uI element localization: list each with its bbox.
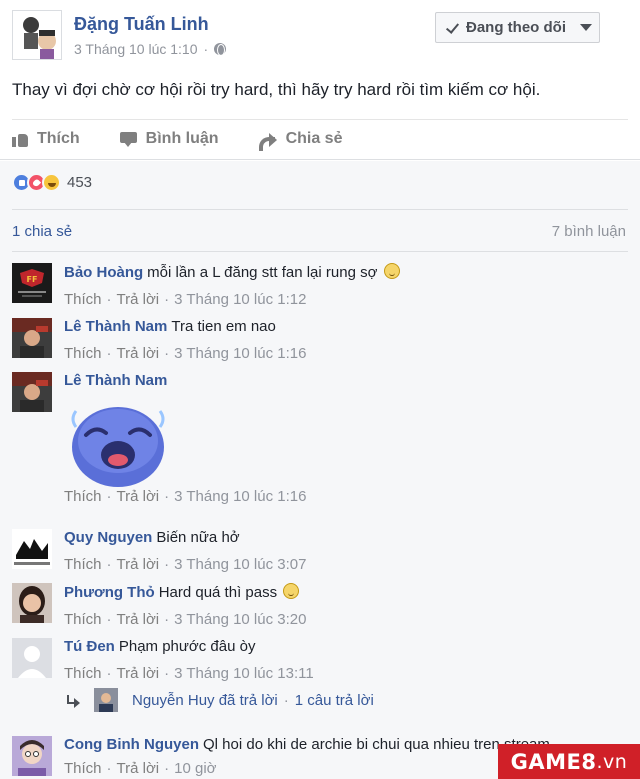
game8-watermark: GAME8 .vn [498, 744, 640, 779]
default-avatar[interactable] [12, 638, 52, 678]
comment-text: Hard quá thì pass [158, 584, 278, 601]
comment-count[interactable]: 7 bình luận [552, 223, 626, 240]
comment-text: Biến nữa hở [156, 529, 240, 546]
comment-button[interactable]: Bình luận [119, 126, 219, 152]
commenter-name[interactable]: Tú Đen [64, 638, 115, 655]
post-author-name[interactable]: Đặng Tuấn Linh [74, 14, 209, 35]
divider [12, 119, 628, 120]
author-avatar[interactable] [12, 10, 62, 60]
comment-timestamp[interactable]: 3 Tháng 10 lúc 3:20 [174, 611, 306, 628]
comment-meta: Thích · Trả lời · 3 Tháng 10 lúc 3:20 [64, 611, 307, 628]
comment-label: Bình luận [145, 130, 219, 147]
comment-reply-link[interactable]: Trả lời [117, 556, 160, 573]
comment-reply-link[interactable]: Trả lời [117, 291, 160, 308]
comment-reply-link[interactable]: Trả lời [117, 345, 160, 362]
crying-blob-sticker[interactable] [66, 397, 170, 489]
commenter-avatar[interactable] [12, 583, 52, 623]
thumbs-up-icon [12, 131, 28, 147]
reaction-count: 453 [67, 174, 93, 191]
comment-timestamp[interactable]: 3 Tháng 10 lúc 13:11 [174, 665, 314, 682]
reply-separator: · [283, 691, 289, 709]
comment-meta: Thích · Trả lời · 3 Tháng 10 lúc 3:07 [64, 556, 307, 573]
replier-avatar[interactable] [94, 688, 118, 712]
comment-reply-link[interactable]: Trả lời [117, 611, 160, 628]
comment-meta: Thích · Trả lời · 3 Tháng 10 lúc 13:11 [64, 665, 314, 682]
reply-arrow-icon [66, 693, 80, 708]
post-text: Thay vì đợi chờ cơ hội rồi try hard, thì… [12, 80, 541, 99]
share-arrow-icon [258, 132, 277, 151]
smile-emoji-icon [383, 263, 400, 279]
following-label: Đang theo dõi [466, 19, 566, 36]
comment-like-link[interactable]: Thích [64, 291, 102, 308]
comment-timestamp[interactable]: 3 Tháng 10 lúc 1:12 [174, 291, 306, 308]
comment-timestamp[interactable]: 3 Tháng 10 lúc 3:07 [174, 556, 306, 573]
comment-timestamp[interactable]: 3 Tháng 10 lúc 1:16 [174, 488, 306, 505]
share-label: Chia sẻ [285, 130, 343, 147]
comment-like-link[interactable]: Thích [64, 345, 102, 362]
share-count-link[interactable]: 1 chia sẻ [12, 223, 72, 240]
reactions-summary[interactable]: 453 [12, 173, 92, 192]
comment-like-link[interactable]: Thích [64, 760, 102, 777]
reply-summary[interactable]: Nguyễn Huy đã trả lời · 1 câu trả lời [66, 688, 374, 712]
commenter-name[interactable]: Bảo Hoàng [64, 264, 143, 281]
commenter-name[interactable]: Lê Thành Nam [64, 318, 167, 335]
share-button[interactable]: Chia sẻ [258, 126, 343, 152]
comment-like-link[interactable]: Thích [64, 556, 102, 573]
comment-reply-link[interactable]: Trả lời [117, 665, 160, 682]
globe-icon [214, 43, 227, 56]
smile-emoji-icon [283, 583, 300, 599]
divider [12, 209, 628, 210]
post-timestamp[interactable]: 3 Tháng 10 lúc 1:10 [74, 41, 198, 57]
comment-meta: Thích · Trả lời · 10 giờ [64, 760, 217, 777]
caret-down-icon [580, 24, 592, 31]
commenter-avatar[interactable]: FF [12, 263, 52, 303]
reply-count-link[interactable]: 1 câu trả lời [295, 692, 374, 709]
comment-meta: Thích · Trả lời · 3 Tháng 10 lúc 1:16 [64, 488, 307, 505]
checkmark-icon [446, 21, 460, 35]
svg-text:FF: FF [27, 275, 38, 284]
comment-reply-link[interactable]: Trả lời [117, 488, 160, 505]
post-actions: Thích Bình luận Chia sẻ [12, 126, 342, 152]
comment-like-link[interactable]: Thích [64, 488, 102, 505]
like-button[interactable]: Thích [12, 126, 80, 152]
comment-timestamp[interactable]: 3 Tháng 10 lúc 1:16 [174, 345, 306, 362]
comment-like-link[interactable]: Thích [64, 611, 102, 628]
like-label: Thích [37, 130, 80, 147]
post-card: Đặng Tuấn Linh 3 Tháng 10 lúc 1:10 · Đan… [0, 0, 640, 160]
comment-timestamp[interactable]: 10 giờ [174, 760, 216, 777]
watermark-brand: GAME8 [510, 749, 597, 774]
comment-reply-link[interactable]: Trả lời [117, 760, 160, 777]
reply-author-link[interactable]: Nguyễn Huy đã trả lời [132, 692, 278, 709]
comment-icon [119, 131, 137, 147]
commenter-avatar[interactable] [12, 318, 52, 358]
comment-meta: Thích · Trả lời · 3 Tháng 10 lúc 1:12 [64, 291, 307, 308]
comment-meta: Thích · Trả lời · 3 Tháng 10 lúc 1:16 [64, 345, 307, 362]
comment-like-link[interactable]: Thích [64, 665, 102, 682]
commenter-name[interactable]: Cong Binh Nguyen [64, 736, 199, 753]
watermark-suffix: .vn [596, 750, 628, 773]
commenter-avatar[interactable] [12, 529, 52, 569]
comment-text: mỗi lần a L đăng stt fan lại rung sợ [147, 264, 378, 281]
following-button[interactable]: Đang theo dõi [435, 12, 600, 43]
commenter-name[interactable]: Lê Thành Nam [64, 372, 167, 389]
commenter-name[interactable]: Phương Thỏ [64, 584, 155, 601]
comment-text: Phạm phước đâu òy [118, 638, 256, 655]
post-meta: 3 Tháng 10 lúc 1:10 · [74, 41, 227, 57]
divider [12, 251, 628, 252]
commenter-avatar[interactable] [12, 372, 52, 412]
commenter-name[interactable]: Quy Nguyen [64, 529, 152, 546]
haha-reaction-icon [42, 173, 61, 192]
comment-text: Tra tien em nao [171, 318, 276, 335]
commenter-avatar[interactable] [12, 736, 52, 776]
